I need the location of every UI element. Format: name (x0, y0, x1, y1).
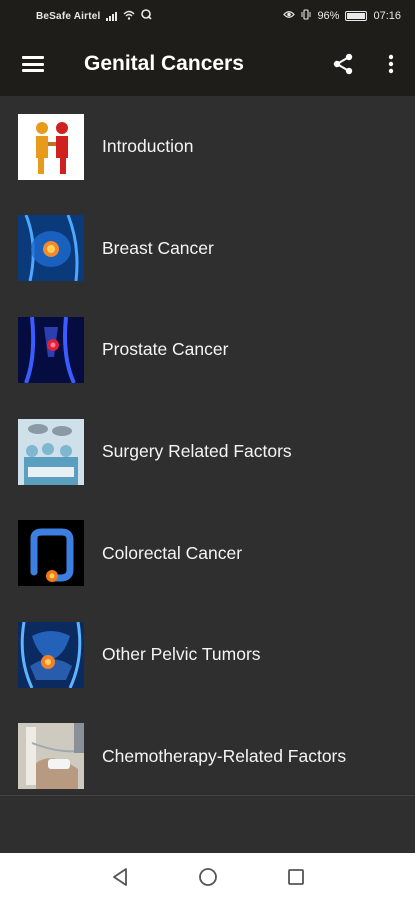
vibrate-icon (301, 9, 311, 23)
topic-list: Introduction Breast Cancer Prostate Canc… (0, 96, 415, 807)
more-options-button[interactable] (367, 32, 415, 96)
breast-xray-thumbnail (18, 215, 84, 282)
signal-icon (106, 11, 118, 21)
item-label: Colorectal Cancer (102, 542, 243, 563)
menu-icon (22, 56, 44, 72)
more-vert-icon (388, 54, 394, 74)
list-item-prostate-cancer[interactable]: Prostate Cancer (0, 299, 415, 401)
colon-xray-thumbnail (18, 520, 84, 587)
list-item-introduction[interactable]: Introduction (0, 96, 415, 198)
back-icon (112, 867, 127, 886)
item-label: Chemotherapy-Related Factors (102, 745, 347, 766)
carrier-name: BeSafe Airtel (36, 10, 101, 22)
app-bar: Genital Cancers (0, 32, 415, 96)
item-label: Surgery Related Factors (102, 441, 292, 462)
status-right: 96% 07:16 (283, 9, 401, 23)
list-item-colorectal-cancer[interactable]: Colorectal Cancer (0, 502, 415, 604)
list-divider (0, 795, 415, 796)
recents-icon (287, 868, 304, 885)
page-title: Genital Cancers (84, 52, 244, 75)
home-button[interactable] (195, 864, 221, 890)
recents-button[interactable] (283, 864, 309, 890)
share-icon (333, 53, 353, 75)
clock: 07:16 (373, 10, 401, 22)
eye-icon (283, 10, 296, 22)
share-button[interactable] (319, 32, 367, 96)
back-button[interactable] (107, 864, 133, 890)
notification-icon (141, 9, 153, 23)
battery-percent: 96% (317, 10, 340, 22)
item-label: Prostate Cancer (102, 339, 229, 360)
handshake-figures-thumbnail (18, 113, 84, 180)
list-item-other-pelvic-tumors[interactable]: Other Pelvic Tumors (0, 604, 415, 706)
status-bar: BeSafe Airtel 96% 07:16 (0, 0, 415, 32)
prostate-xray-thumbnail (18, 316, 84, 383)
navigation-bar (0, 853, 415, 900)
wifi-icon (123, 10, 135, 23)
list-item-chemotherapy-related-factors[interactable]: Chemotherapy-Related Factors (0, 706, 415, 808)
item-label: Other Pelvic Tumors (102, 644, 261, 665)
pelvis-xray-thumbnail (18, 621, 84, 688)
iv-drip-thumbnail (18, 723, 84, 790)
menu-button[interactable] (0, 32, 66, 96)
list-item-surgery-related-factors[interactable]: Surgery Related Factors (0, 401, 415, 503)
list-item-breast-cancer[interactable]: Breast Cancer (0, 198, 415, 300)
item-label: Introduction (102, 136, 194, 157)
status-left: BeSafe Airtel (36, 9, 153, 23)
home-icon (198, 867, 217, 886)
surgery-team-thumbnail (18, 418, 84, 485)
item-label: Breast Cancer (102, 237, 214, 258)
battery-icon (345, 11, 368, 21)
